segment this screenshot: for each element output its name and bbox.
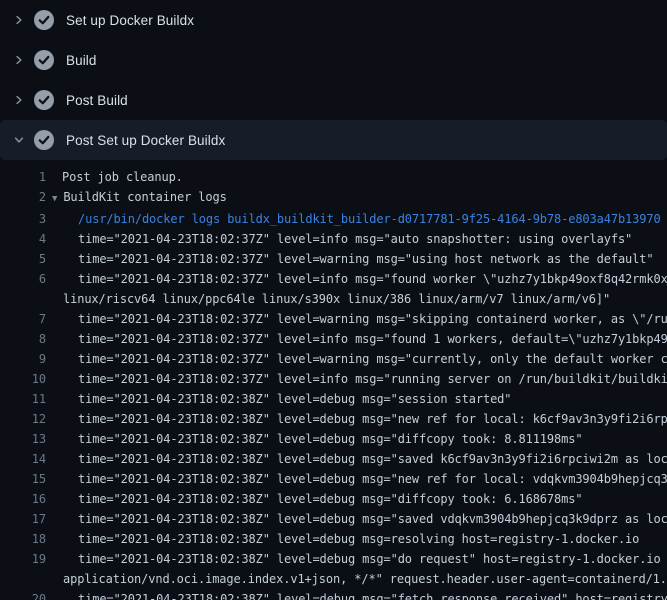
line-number[interactable]: 13	[0, 429, 46, 449]
log-line-text: time="2021-04-23T18:02:37Z" level=info m…	[78, 269, 667, 289]
step-title: Build	[66, 53, 97, 68]
log-line: 20 time="2021-04-23T18:02:38Z" level=deb…	[0, 589, 667, 600]
step-header[interactable]: Post Set up Docker Buildx	[0, 120, 667, 160]
step-header[interactable]: Build	[0, 40, 667, 80]
log-line-text: ▼ BuildKit container logs	[52, 187, 227, 209]
line-number[interactable]: 4	[0, 229, 46, 249]
steps-list: Set up Docker Buildx Build Post Build Po…	[0, 0, 667, 160]
log-line-text: time="2021-04-23T18:02:38Z" level=debug …	[78, 449, 667, 469]
log-line: 8 time="2021-04-23T18:02:37Z" level=info…	[0, 329, 667, 349]
log-line-text: linux/riscv64 linux/ppc64le linux/s390x …	[63, 289, 610, 309]
log-line-text: time="2021-04-23T18:02:38Z" level=debug …	[78, 509, 667, 529]
log-line: 3 /usr/bin/docker logs buildx_buildkit_b…	[0, 209, 667, 229]
log-line-text: time="2021-04-23T18:02:37Z" level=warnin…	[78, 349, 667, 369]
log-line: 15 time="2021-04-23T18:02:38Z" level=deb…	[0, 469, 667, 489]
chevron-right-icon[interactable]	[12, 53, 26, 67]
log-line: 5 time="2021-04-23T18:02:37Z" level=warn…	[0, 249, 667, 269]
log-line: 1 Post job cleanup.	[0, 167, 667, 187]
log-line-text: time="2021-04-23T18:02:37Z" level=info m…	[78, 369, 667, 389]
log-line-text: time="2021-04-23T18:02:38Z" level=debug …	[78, 529, 639, 549]
chevron-down-icon[interactable]	[12, 133, 26, 147]
line-number[interactable]: 17	[0, 509, 46, 529]
log-line: 17 time="2021-04-23T18:02:38Z" level=deb…	[0, 509, 667, 529]
group-label: BuildKit container logs	[63, 190, 226, 204]
line-number[interactable]: 8	[0, 329, 46, 349]
log-line: 6 time="2021-04-23T18:02:37Z" level=info…	[0, 269, 667, 289]
log-line: linux/riscv64 linux/ppc64le linux/s390x …	[0, 289, 667, 309]
log-line-text: time="2021-04-23T18:02:38Z" level=debug …	[78, 469, 667, 489]
log-line: 16 time="2021-04-23T18:02:38Z" level=deb…	[0, 489, 667, 509]
group-collapse-toggle-icon[interactable]: ▼	[52, 189, 57, 209]
log-line: 18 time="2021-04-23T18:02:38Z" level=deb…	[0, 529, 667, 549]
step-title: Post Build	[66, 93, 128, 108]
log-line: 2 ▼ BuildKit container logs	[0, 187, 667, 209]
line-number[interactable]: 16	[0, 489, 46, 509]
step-header[interactable]: Post Build	[0, 80, 667, 120]
log-line-text: time="2021-04-23T18:02:37Z" level=warnin…	[78, 249, 653, 269]
line-number[interactable]: 1	[0, 167, 46, 187]
log-line: 12 time="2021-04-23T18:02:38Z" level=deb…	[0, 409, 667, 429]
log-line-text: time="2021-04-23T18:02:37Z" level=warnin…	[78, 309, 667, 329]
log-line-text: time="2021-04-23T18:02:37Z" level=info m…	[78, 329, 667, 349]
step-header[interactable]: Set up Docker Buildx	[0, 0, 667, 40]
log-line: application/vnd.oci.image.index.v1+json,…	[0, 569, 667, 589]
log-line-text: time="2021-04-23T18:02:37Z" level=info m…	[78, 229, 632, 249]
line-number[interactable]: 9	[0, 349, 46, 369]
line-number[interactable]: 18	[0, 529, 46, 549]
log-line: 14 time="2021-04-23T18:02:38Z" level=deb…	[0, 449, 667, 469]
log-line-text: time="2021-04-23T18:02:38Z" level=debug …	[78, 389, 511, 409]
line-number[interactable]: 15	[0, 469, 46, 489]
actions-log-viewer: Set up Docker Buildx Build Post Build Po…	[0, 0, 667, 600]
check-circle-icon	[34, 10, 54, 30]
log-line: 13 time="2021-04-23T18:02:38Z" level=deb…	[0, 429, 667, 449]
step-title: Set up Docker Buildx	[66, 13, 194, 28]
log-line: 7 time="2021-04-23T18:02:37Z" level=warn…	[0, 309, 667, 329]
log-line-text: time="2021-04-23T18:02:38Z" level=debug …	[78, 409, 667, 429]
chevron-right-icon[interactable]	[12, 93, 26, 107]
check-circle-icon	[34, 90, 54, 110]
log-line: 9 time="2021-04-23T18:02:37Z" level=warn…	[0, 349, 667, 369]
log-line-text: time="2021-04-23T18:02:38Z" level=debug …	[78, 429, 582, 449]
log-line: 4 time="2021-04-23T18:02:37Z" level=info…	[0, 229, 667, 249]
step-title: Post Set up Docker Buildx	[66, 133, 225, 148]
log-line-text: time="2021-04-23T18:02:38Z" level=debug …	[78, 589, 667, 600]
log-line-text: time="2021-04-23T18:02:38Z" level=debug …	[78, 489, 582, 509]
line-number[interactable]: 19	[0, 549, 46, 569]
log-area: 1 Post job cleanup. 2 ▼ BuildKit containe…	[0, 160, 667, 600]
line-number[interactable]: 3	[0, 209, 46, 229]
log-line-text: time="2021-04-23T18:02:38Z" level=debug …	[78, 549, 667, 569]
line-number[interactable]: 2	[0, 187, 46, 207]
check-circle-icon	[34, 50, 54, 70]
line-number[interactable]: 12	[0, 409, 46, 429]
log-line-text: /usr/bin/docker logs buildx_buildkit_bui…	[78, 209, 661, 229]
log-line: 11 time="2021-04-23T18:02:38Z" level=deb…	[0, 389, 667, 409]
check-circle-icon	[34, 130, 54, 150]
log-line: 10 time="2021-04-23T18:02:37Z" level=inf…	[0, 369, 667, 389]
line-number[interactable]: 14	[0, 449, 46, 469]
line-number[interactable]: 20	[0, 589, 46, 600]
line-number[interactable]: 5	[0, 249, 46, 269]
line-number[interactable]: 7	[0, 309, 46, 329]
line-number[interactable]: 10	[0, 369, 46, 389]
line-number[interactable]: 6	[0, 269, 46, 289]
log-line: 19 time="2021-04-23T18:02:38Z" level=deb…	[0, 549, 667, 569]
log-line-text: application/vnd.oci.image.index.v1+json,…	[63, 569, 667, 589]
line-number[interactable]: 11	[0, 389, 46, 409]
chevron-right-icon[interactable]	[12, 13, 26, 27]
log-line-text: Post job cleanup.	[62, 167, 183, 187]
